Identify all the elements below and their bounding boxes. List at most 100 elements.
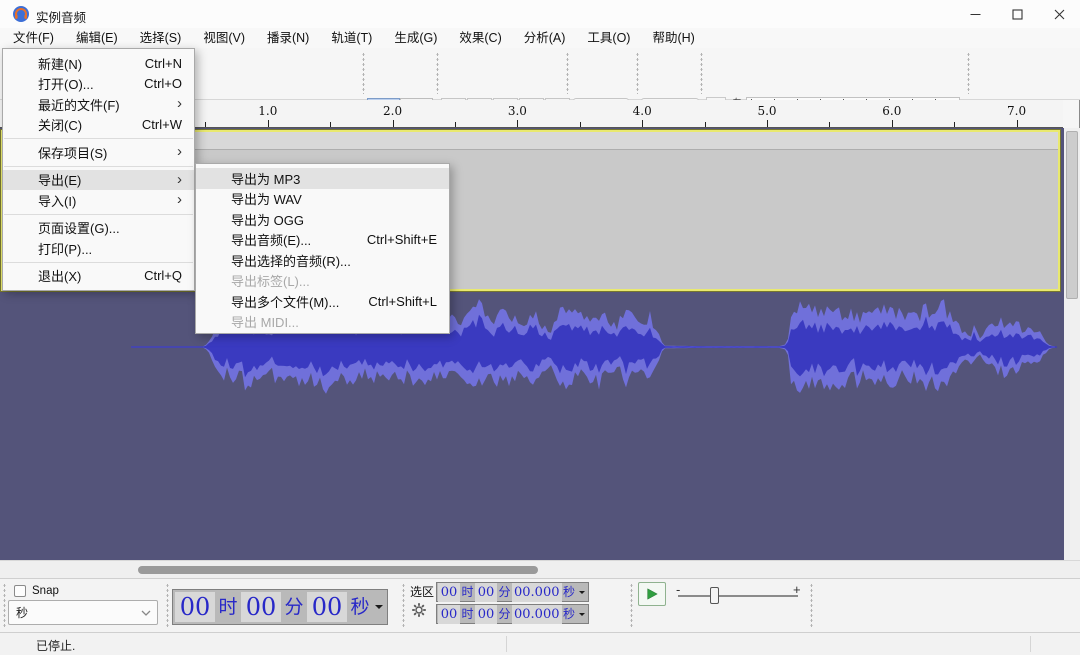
slider-thumb[interactable] — [710, 587, 719, 604]
play-at-speed-button[interactable] — [638, 582, 666, 606]
menu-item-page-setup[interactable]: 页面设置(G)... — [3, 218, 194, 239]
submenu-arrow-icon: › — [149, 173, 182, 187]
menubar-item-analyze[interactable]: 分析(A) — [513, 28, 577, 48]
menu-shortcut: Ctrl+Shift+L — [340, 294, 437, 309]
menubar-item-transport[interactable]: 播录(N) — [256, 28, 320, 48]
menu-item-label: 导出 MIDI... — [231, 312, 299, 331]
submenu-arrow-icon: › — [149, 193, 182, 207]
audio-position-display[interactable]: 00时00分00秒 — [172, 589, 388, 625]
time-digit[interactable]: 00 — [438, 605, 460, 624]
menu-separator — [4, 138, 193, 139]
ruler-minor-tick — [205, 122, 206, 127]
menu-item-recent-files[interactable]: 最近的文件(F)› — [3, 94, 194, 115]
toolbar-gripper[interactable] — [636, 52, 639, 94]
toolbar-gripper[interactable] — [436, 52, 439, 94]
time-digit[interactable]: 00 — [438, 583, 460, 602]
time-digit[interactable]: 00 — [241, 592, 281, 622]
close-icon — [1054, 9, 1065, 20]
menu-item-open[interactable]: 打开(O)...Ctrl+O — [3, 74, 194, 95]
snap-unit-combobox[interactable]: 秒 — [8, 600, 158, 625]
menu-item-label: 导出为 OGG — [231, 210, 304, 229]
menu-item-exit[interactable]: 退出(X)Ctrl+Q — [3, 266, 194, 287]
horizontal-scrollbar-thumb[interactable] — [138, 566, 538, 574]
toolbar-gripper[interactable] — [402, 583, 405, 627]
toolbar-gripper[interactable] — [566, 52, 569, 94]
menu-item-label: 页面设置(G)... — [38, 218, 120, 237]
ruler-minor-tick — [580, 122, 581, 127]
menubar-item-tools[interactable]: 工具(O) — [576, 28, 641, 48]
chevron-down-icon[interactable] — [579, 591, 585, 597]
menu-item-print[interactable]: 打印(P)... — [3, 238, 194, 259]
time-digit[interactable]: 00.000 — [512, 583, 562, 602]
chevron-down-icon[interactable] — [579, 613, 585, 619]
time-unit: 分 — [497, 605, 512, 623]
ruler-tick-label: 7.0 — [1002, 104, 1032, 118]
menu-item-label: 导出为 WAV — [231, 189, 302, 208]
menu-item-export-labels[interactable]: 导出标签(L)... — [196, 271, 449, 292]
playback-speed-slider[interactable]: - + — [672, 582, 804, 608]
ruler-tick-label: 3.0 — [502, 104, 532, 118]
time-digit[interactable]: 00 — [475, 583, 497, 602]
selection-start-display[interactable]: 00时00分00.000秒 — [436, 582, 589, 602]
ruler-major-tick — [393, 120, 394, 127]
menu-item-new[interactable]: 新建(N)Ctrl+N — [3, 53, 194, 74]
toolbar-gripper[interactable] — [700, 52, 703, 94]
menu-item-export[interactable]: 导出(E)› — [3, 170, 194, 191]
slider-track[interactable] — [678, 595, 798, 597]
snap-checkbox[interactable] — [14, 585, 26, 597]
play-icon — [645, 587, 659, 601]
menu-item-export-midi[interactable]: 导出 MIDI... — [196, 312, 449, 333]
menubar-item-effect[interactable]: 效果(C) — [448, 28, 512, 48]
close-button[interactable] — [1037, 0, 1080, 28]
menubar-item-select[interactable]: 选择(S) — [129, 28, 193, 48]
chevron-down-icon[interactable] — [375, 605, 383, 613]
time-unit: 分 — [497, 583, 512, 601]
toolbar-gripper[interactable] — [3, 583, 6, 627]
menubar-item-tracks[interactable]: 轨道(T) — [320, 28, 383, 48]
ruler-tick-label: 6.0 — [877, 104, 907, 118]
menu-item-save-project[interactable]: 保存项目(S)› — [3, 142, 194, 163]
menu-item-label: 打开(O)... — [38, 74, 94, 93]
menu-item-export-selected-audio[interactable]: 导出选择的音频(R)... — [196, 250, 449, 271]
ruler-minor-tick — [954, 122, 955, 127]
menu-shortcut: Ctrl+N — [117, 56, 182, 71]
menu-item-label: 打印(P)... — [38, 239, 92, 258]
menubar-item-file[interactable]: 文件(F) — [2, 28, 65, 48]
submenu-arrow-icon: › — [149, 145, 182, 159]
menu-item-export-audio[interactable]: 导出音频(E)...Ctrl+Shift+E — [196, 230, 449, 251]
menu-bar: 文件(F)编辑(E)选择(S)视图(V)播录(N)轨道(T)生成(G)效果(C)… — [0, 28, 1080, 48]
menubar-item-view[interactable]: 视图(V) — [192, 28, 256, 48]
horizontal-scrollbar[interactable] — [0, 560, 1080, 578]
menu-separator — [4, 214, 193, 215]
time-digit[interactable]: 00 — [307, 592, 347, 622]
toolbar-gripper[interactable] — [967, 52, 970, 94]
time-digit[interactable]: 00 — [175, 592, 215, 622]
selection-settings-gear-icon[interactable] — [411, 602, 427, 623]
menu-item-export-multiple[interactable]: 导出多个文件(M)...Ctrl+Shift+L — [196, 291, 449, 312]
menu-item-import[interactable]: 导入(I)› — [3, 190, 194, 211]
menu-item-export-mp3[interactable]: 导出为 MP3 — [196, 168, 449, 189]
ruler-minor-tick — [455, 122, 456, 127]
ruler-major-tick — [767, 120, 768, 127]
toolbar-gripper[interactable] — [362, 52, 365, 94]
toolbar-gripper[interactable] — [630, 583, 633, 627]
toolbar-gripper[interactable] — [810, 583, 813, 627]
selection-end-display[interactable]: 00时00分00.000秒 — [436, 604, 589, 624]
status-separator — [506, 636, 507, 652]
menubar-item-edit[interactable]: 编辑(E) — [65, 28, 129, 48]
menu-item-export-ogg[interactable]: 导出为 OGG — [196, 209, 449, 230]
menu-item-export-wav[interactable]: 导出为 WAV — [196, 189, 449, 210]
minimize-button[interactable] — [953, 0, 997, 28]
time-digit[interactable]: 00 — [475, 605, 497, 624]
menubar-item-generate[interactable]: 生成(G) — [383, 28, 448, 48]
menu-item-close[interactable]: 关闭(C)Ctrl+W — [3, 115, 194, 136]
maximize-button[interactable] — [995, 0, 1039, 28]
title-bar: 实例音频 — [0, 0, 1080, 28]
time-unit: 分 — [281, 595, 307, 620]
vertical-scrollbar[interactable] — [1064, 128, 1080, 560]
menubar-item-help[interactable]: 帮助(H) — [641, 28, 705, 48]
time-digit[interactable]: 00.000 — [512, 605, 562, 624]
chevron-down-icon — [141, 610, 151, 616]
toolbar-gripper[interactable] — [166, 583, 169, 627]
vertical-scrollbar-thumb[interactable] — [1066, 131, 1078, 299]
